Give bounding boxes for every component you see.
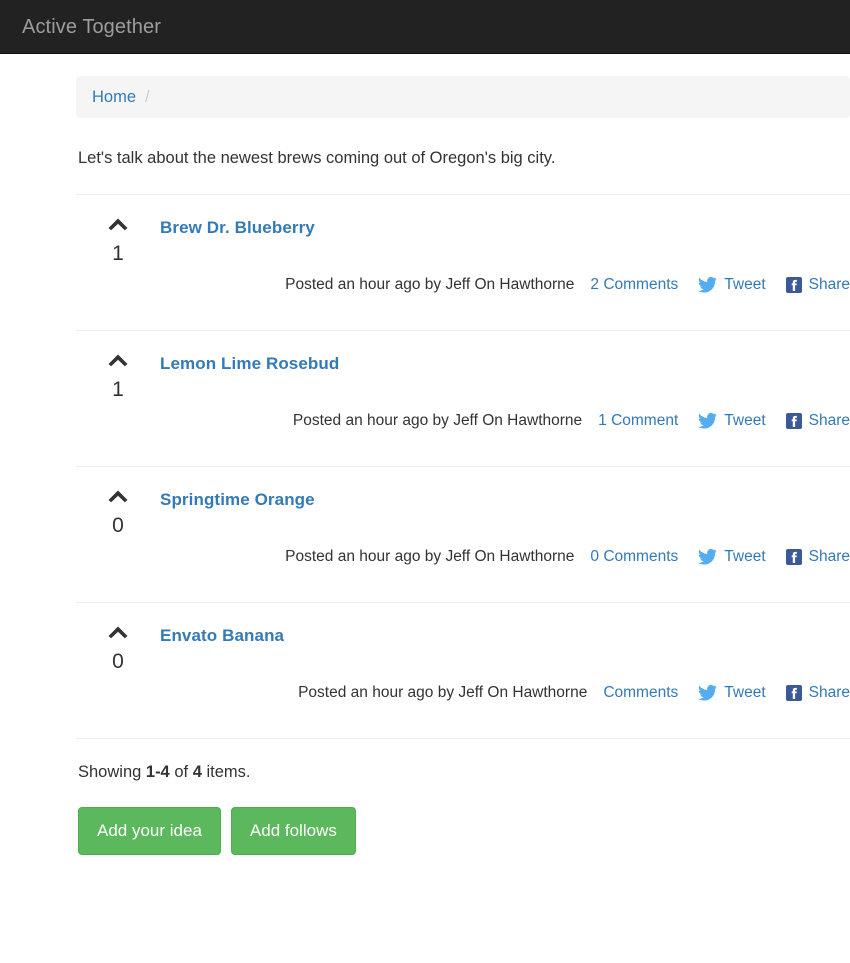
idea-title-link[interactable]: Springtime Orange [160, 489, 315, 511]
list-item: 0 Envato Banana Posted an hour ago by Je… [76, 602, 850, 738]
comments-link-label: 2 Comments [590, 276, 679, 293]
list-item-body: Brew Dr. Blueberry Posted an hour ago by… [160, 213, 850, 295]
share-link-label: Share [808, 684, 850, 701]
share-link-label: Share [808, 548, 850, 565]
comments-link[interactable]: 1 Comment [598, 411, 678, 431]
list-item-meta: Posted an hour ago by Jeff On Hawthorne … [160, 275, 850, 295]
breadcrumb: Home / [76, 76, 850, 118]
page-container: Home / Let's talk about the newest brews… [76, 76, 850, 855]
twitter-icon [698, 549, 718, 565]
comments-link-label: 1 Comment [598, 412, 679, 429]
list-item-row: 0 Envato Banana Posted an hour ago by Je… [76, 621, 850, 703]
list-item: 1 Lemon Lime Rosebud Posted an hour ago … [76, 330, 850, 466]
twitter-icon [698, 277, 718, 293]
list-footer: Showing 1-4 of 4 items. Add your idea Ad… [76, 738, 850, 855]
list-item-meta: Posted an hour ago by Jeff On Hawthorne … [160, 411, 850, 431]
vote-count: 0 [112, 514, 124, 537]
results-summary: Showing 1-4 of 4 items. [78, 761, 850, 783]
comments-link-label: Comments [603, 684, 679, 701]
share-link[interactable]: Share [785, 683, 850, 703]
idea-title-link[interactable]: Brew Dr. Blueberry [160, 217, 315, 239]
tweet-link[interactable]: Tweet [698, 411, 766, 431]
footer-actions: Add your idea Add follows [76, 807, 850, 855]
comments-link-label: 0 Comments [590, 548, 679, 565]
list-item-body: Lemon Lime Rosebud Posted an hour ago by… [160, 349, 850, 431]
vote-control[interactable]: 0 [76, 485, 160, 541]
list-item-meta: Posted an hour ago by Jeff On Hawthorne … [160, 683, 850, 703]
list-item: 1 Brew Dr. Blueberry Posted an hour ago … [76, 194, 850, 330]
posted-byline: Posted an hour ago by Jeff On Hawthorne [285, 548, 575, 565]
tweet-link[interactable]: Tweet [698, 275, 766, 295]
facebook-icon [785, 685, 802, 701]
summary-total: 4 [192, 763, 202, 781]
breadcrumb-separator: / [145, 88, 150, 106]
vote-control[interactable]: 0 [76, 621, 160, 677]
add-follows-button[interactable]: Add follows [230, 807, 356, 855]
facebook-icon [785, 413, 802, 429]
vote-count: 1 [112, 242, 124, 265]
share-link-label: Share [808, 412, 850, 429]
facebook-icon [785, 277, 802, 293]
idea-title-link[interactable]: Lemon Lime Rosebud [160, 353, 339, 375]
comments-link[interactable]: 2 Comments [590, 275, 678, 295]
idea-title-link[interactable]: Envato Banana [160, 625, 284, 647]
share-link-label: Share [808, 276, 850, 293]
summary-suffix: items. [201, 763, 251, 781]
vote-control[interactable]: 1 [76, 213, 160, 269]
tweet-link[interactable]: Tweet [698, 683, 766, 703]
add-idea-button[interactable]: Add your idea [78, 807, 221, 855]
upvote-caret-icon[interactable] [76, 353, 160, 369]
upvote-caret-icon[interactable] [76, 625, 160, 641]
posted-byline: Posted an hour ago by Jeff On Hawthorne [292, 412, 583, 429]
list-item-body: Envato Banana Posted an hour ago by Jeff… [160, 621, 850, 703]
vote-control[interactable]: 1 [76, 349, 160, 405]
list-item: 0 Springtime Orange Posted an hour ago b… [76, 466, 850, 602]
list-item-meta: Posted an hour ago by Jeff On Hawthorne … [160, 547, 850, 567]
top-navbar: Active Together [0, 0, 850, 54]
vote-count: 0 [112, 650, 124, 673]
idea-list: 1 Brew Dr. Blueberry Posted an hour ago … [76, 194, 850, 738]
list-item-row: 1 Lemon Lime Rosebud Posted an hour ago … [76, 349, 850, 431]
share-link[interactable]: Share [785, 411, 850, 431]
summary-middle: of [169, 763, 193, 781]
comments-link[interactable]: 0 Comments [590, 547, 678, 567]
tweet-link-label: Tweet [724, 276, 766, 293]
upvote-caret-icon[interactable] [76, 217, 160, 233]
intro-text: Let's talk about the newest brews coming… [78, 149, 556, 167]
posted-byline: Posted an hour ago by Jeff On Hawthorne [298, 684, 588, 701]
facebook-icon [785, 549, 802, 565]
upvote-caret-icon[interactable] [76, 489, 160, 505]
tweet-link-label: Tweet [724, 548, 766, 565]
share-link[interactable]: Share [785, 275, 850, 295]
list-item-row: 0 Springtime Orange Posted an hour ago b… [76, 485, 850, 567]
navbar-brand[interactable]: Active Together [22, 17, 161, 37]
summary-prefix: Showing [78, 763, 146, 781]
tweet-link-label: Tweet [724, 412, 766, 429]
list-item-body: Springtime Orange Posted an hour ago by … [160, 485, 850, 567]
vote-count: 1 [112, 378, 124, 401]
twitter-icon [698, 685, 718, 701]
summary-range: 1-4 [145, 763, 170, 781]
twitter-icon [698, 413, 718, 429]
tweet-link-label: Tweet [724, 684, 766, 701]
list-item-row: 1 Brew Dr. Blueberry Posted an hour ago … [76, 213, 850, 295]
breadcrumb-item-home[interactable]: Home [92, 86, 136, 108]
posted-byline: Posted an hour ago by Jeff On Hawthorne [285, 276, 575, 293]
tweet-link[interactable]: Tweet [698, 547, 766, 567]
comments-link[interactable]: Comments [603, 683, 678, 703]
share-link[interactable]: Share [785, 547, 850, 567]
